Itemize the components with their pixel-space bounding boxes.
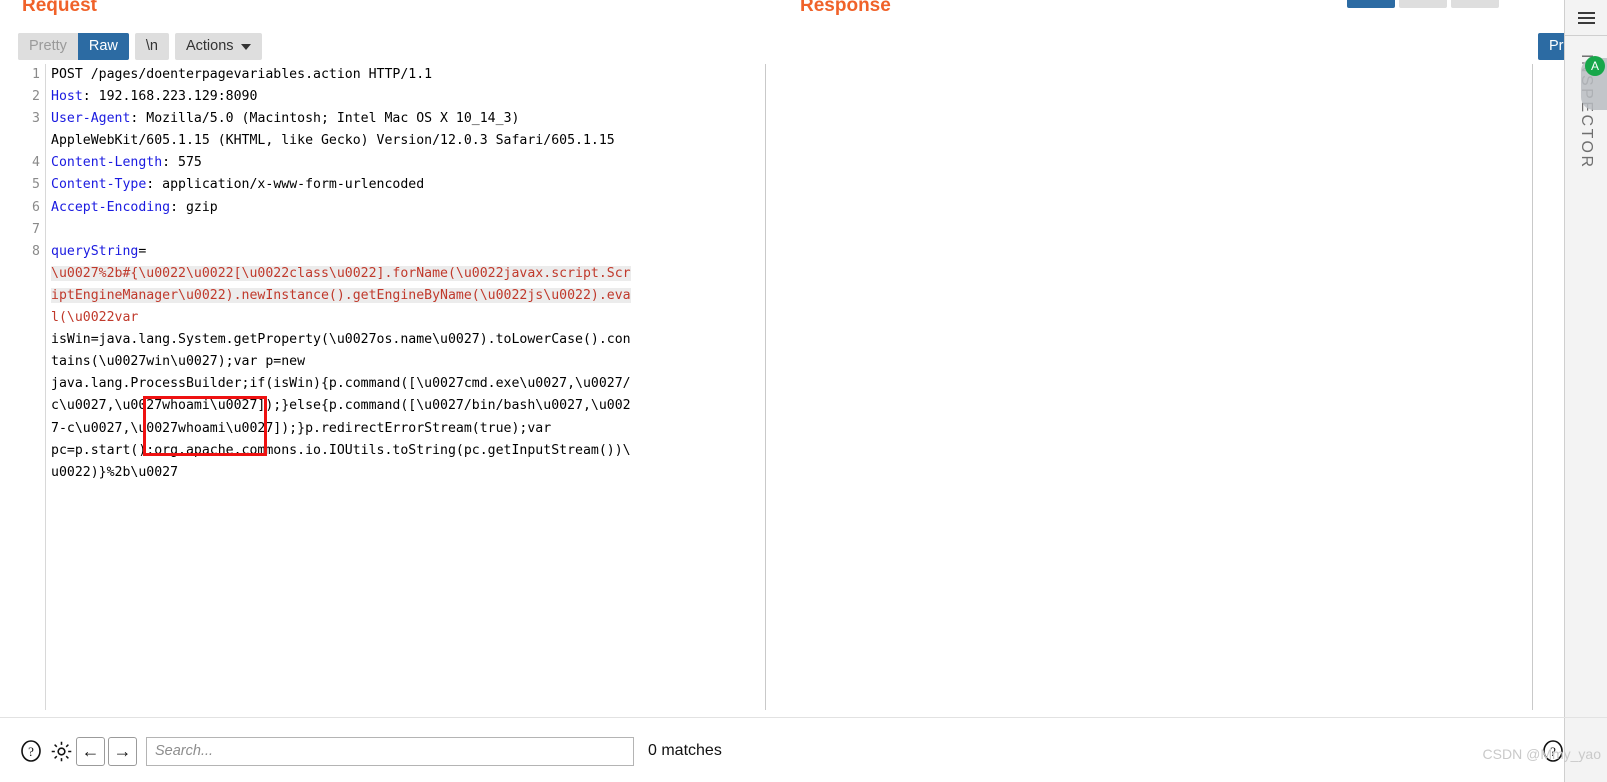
- toolbar-segment-2[interactable]: [1399, 0, 1447, 8]
- toolbar-segment-3[interactable]: [1451, 0, 1499, 8]
- top-toolbar-remnant: [1347, 0, 1499, 8]
- tab-request-raw[interactable]: Raw: [77, 33, 129, 60]
- status-badge: A: [1585, 56, 1605, 76]
- tab-request-newline[interactable]: \n: [134, 33, 169, 60]
- request-panel: Request Pretty Raw \n Actions 1 2 3 4 5 …: [0, 0, 766, 782]
- request-editor[interactable]: 1 2 3 4 5 6 7 8 POST /pages/doenterpagev…: [9, 64, 766, 710]
- request-tabbar: Pretty Raw \n Actions: [18, 33, 262, 60]
- request-searchbar: ? ← → 0 matches: [16, 736, 722, 766]
- toolbar-segment-active[interactable]: [1347, 0, 1395, 8]
- chevron-down-icon: [240, 43, 251, 50]
- request-body-text[interactable]: POST /pages/doenterpagevariables.action …: [51, 64, 631, 484]
- request-settings-gear-icon[interactable]: [46, 736, 76, 766]
- request-actions-button[interactable]: Actions: [174, 33, 262, 60]
- request-title: Request: [22, 0, 97, 16]
- request-match-count: 0 matches: [648, 742, 722, 759]
- request-newline-group: \n: [134, 33, 169, 60]
- request-help-icon[interactable]: ?: [16, 736, 46, 766]
- request-line-numbers: 1 2 3 4 5 6 7 8: [32, 67, 40, 259]
- inspector-menu-button[interactable]: [1565, 0, 1607, 36]
- inspector-rail: A INSPECTOR: [1564, 0, 1607, 782]
- request-search-input[interactable]: [146, 736, 634, 766]
- request-view-tabs: Pretty Raw: [18, 33, 129, 60]
- response-title: Response: [800, 0, 891, 16]
- response-panel: Response Pretty Raw Render \n Actions 39…: [766, 0, 1607, 782]
- tab-request-pretty[interactable]: Pretty: [18, 33, 78, 60]
- request-search-next-button[interactable]: →: [108, 736, 137, 766]
- request-search-prev-button[interactable]: ←: [76, 736, 105, 766]
- request-actions-group: Actions: [174, 33, 262, 60]
- hamburger-icon: [1577, 9, 1595, 27]
- request-gutter-divider: [45, 64, 46, 710]
- request-actions-label: Actions: [185, 38, 234, 54]
- bottom-divider: [0, 717, 1607, 718]
- svg-text:?: ?: [28, 744, 34, 759]
- watermark: CSDN @Mmy_yao: [1482, 746, 1601, 762]
